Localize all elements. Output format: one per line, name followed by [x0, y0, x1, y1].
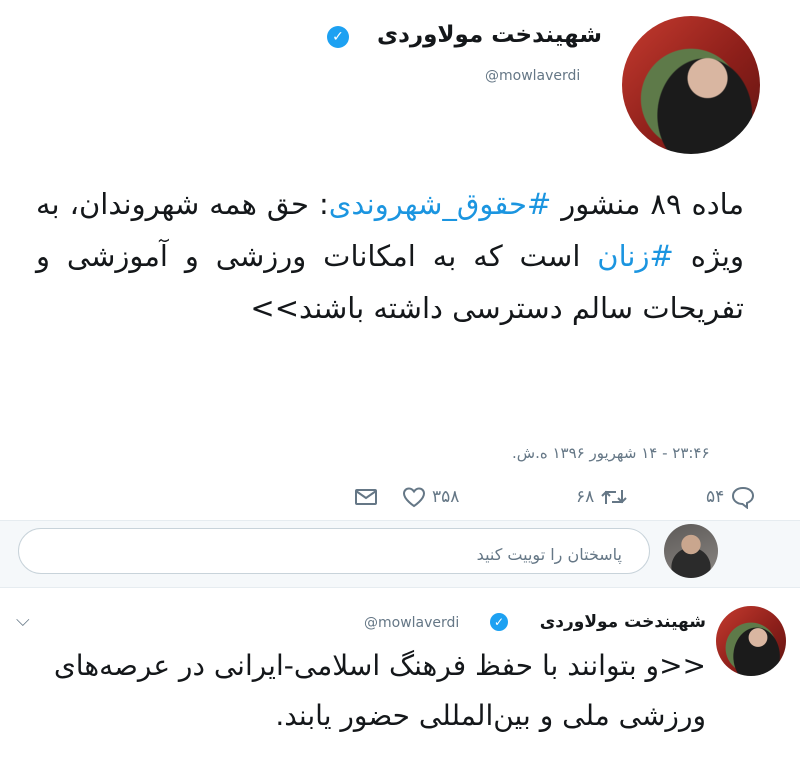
retweet-count: ۶۸ — [576, 487, 595, 507]
verified-badge-icon: ✓ — [490, 613, 508, 631]
author-handle[interactable]: @mowlaverdi — [485, 68, 580, 84]
hashtag-link[interactable]: #زنان — [597, 239, 674, 273]
reply-tweet-text: <<و بتوانند با حفظ فرهنگ اسلامی-ایرانی د… — [53, 649, 706, 732]
verified-badge-icon: ✓ — [327, 26, 349, 48]
reply-button[interactable]: ۵۴ — [706, 482, 756, 512]
like-count: ۳۵۸ — [432, 487, 460, 507]
reply-author-avatar[interactable] — [716, 606, 786, 676]
current-user-avatar[interactable] — [664, 524, 718, 578]
hashtag-link[interactable]: #حقوق_شهروندی — [329, 187, 552, 221]
reply-placeholder: پاسختان را توییت کنید — [476, 545, 622, 564]
tweet-timestamp[interactable]: ۲۳:۴۶ - ۱۴ شهریور ۱۳۹۶ ه.ش. — [512, 444, 710, 462]
retweet-button[interactable]: ۶۸ — [576, 482, 628, 512]
chevron-down-icon[interactable]: ⌵ — [16, 610, 30, 631]
like-button[interactable]: ۳۵۸ — [402, 482, 459, 512]
envelope-icon — [354, 487, 378, 507]
author-avatar[interactable] — [622, 16, 760, 154]
retweet-icon — [600, 486, 628, 508]
tweet-text: ماده ۸۹ منشور #حقوق_شهروندی: حق همه شهرو… — [36, 178, 744, 334]
direct-message-button[interactable] — [354, 482, 378, 512]
reply-author-display-name[interactable]: شهیندخت مولاوردی — [540, 612, 706, 632]
heart-icon — [402, 486, 426, 508]
reply-count: ۵۴ — [706, 487, 725, 507]
reply-icon — [730, 485, 756, 509]
author-display-name[interactable]: شهیندخت مولاوردی — [377, 22, 602, 48]
reply-author-handle[interactable]: @mowlaverdi — [364, 615, 459, 631]
tweet-text-part: ماده ۸۹ منشور — [551, 187, 744, 221]
divider — [0, 587, 800, 588]
